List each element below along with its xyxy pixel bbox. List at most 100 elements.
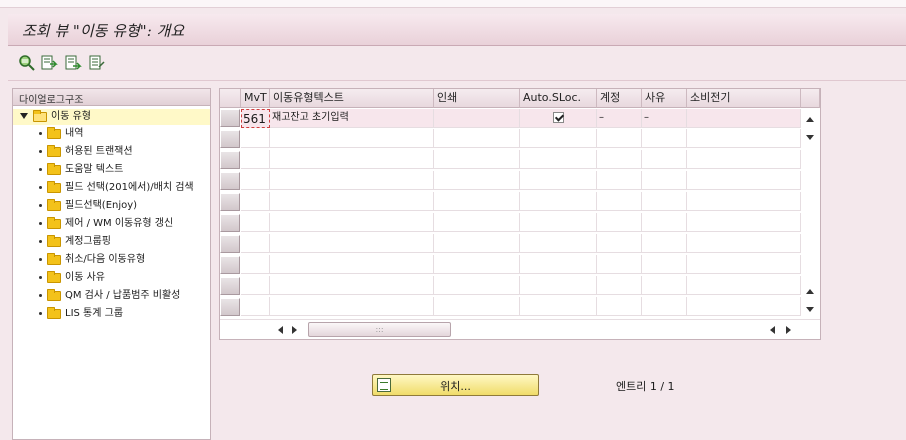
cell-mvt[interactable]: 561 bbox=[241, 109, 270, 128]
empty-cell[interactable] bbox=[520, 171, 597, 190]
empty-cell[interactable] bbox=[270, 150, 434, 169]
scroll-page-up-icon[interactable] bbox=[806, 289, 814, 294]
empty-cell[interactable] bbox=[434, 213, 520, 232]
empty-cell[interactable] bbox=[241, 129, 270, 148]
empty-cell[interactable] bbox=[597, 150, 642, 169]
empty-cell[interactable] bbox=[642, 297, 687, 316]
empty-cell[interactable] bbox=[642, 213, 687, 232]
empty-cell[interactable] bbox=[642, 255, 687, 274]
column-header-reason[interactable]: 사유 bbox=[642, 89, 687, 108]
empty-cell[interactable] bbox=[241, 150, 270, 169]
empty-cell[interactable] bbox=[597, 213, 642, 232]
tree-item-allowed-transactions[interactable]: 허용된 트랜잭션 bbox=[13, 144, 210, 160]
scroll-right-icon[interactable] bbox=[292, 326, 297, 334]
empty-cell[interactable] bbox=[687, 297, 801, 316]
empty-cell[interactable] bbox=[687, 129, 801, 148]
scroll-page-down-icon[interactable] bbox=[806, 307, 814, 312]
row-selector[interactable] bbox=[220, 172, 240, 190]
empty-cell[interactable] bbox=[434, 192, 520, 211]
empty-cell[interactable] bbox=[241, 255, 270, 274]
empty-cell[interactable] bbox=[597, 129, 642, 148]
empty-cell[interactable] bbox=[270, 192, 434, 211]
horizontal-scrollbar[interactable]: ::: bbox=[220, 319, 820, 339]
column-header-auto-sloc[interactable]: Auto.SLoc. bbox=[520, 89, 597, 108]
empty-cell[interactable] bbox=[642, 192, 687, 211]
empty-cell[interactable] bbox=[642, 276, 687, 295]
empty-cell[interactable] bbox=[434, 129, 520, 148]
row-selector[interactable] bbox=[220, 109, 240, 127]
cell-print[interactable] bbox=[434, 109, 520, 128]
empty-cell[interactable] bbox=[520, 129, 597, 148]
empty-cell[interactable] bbox=[270, 129, 434, 148]
tree-item-movement-types[interactable]: 이동 유형 bbox=[13, 109, 210, 125]
auto-sloc-checkbox[interactable] bbox=[553, 112, 564, 123]
empty-cell[interactable] bbox=[687, 171, 801, 190]
empty-cell[interactable] bbox=[520, 276, 597, 295]
expand-arrow-icon[interactable] bbox=[20, 113, 28, 119]
empty-cell[interactable] bbox=[597, 234, 642, 253]
vertical-scrollbar[interactable] bbox=[801, 108, 820, 319]
empty-cell[interactable] bbox=[434, 276, 520, 295]
column-header-text[interactable]: 이동유형텍스트 bbox=[270, 89, 434, 108]
empty-cell[interactable] bbox=[520, 192, 597, 211]
column-header-mvt[interactable]: MvT bbox=[241, 89, 270, 108]
empty-cell[interactable] bbox=[642, 150, 687, 169]
tree-item-control-wm[interactable]: 제어 / WM 이동유형 갱신 bbox=[13, 216, 210, 232]
empty-cell[interactable] bbox=[687, 192, 801, 211]
empty-cell[interactable] bbox=[597, 171, 642, 190]
tree-item-account-grouping[interactable]: 계정그룹핑 bbox=[13, 234, 210, 250]
empty-cell[interactable] bbox=[241, 234, 270, 253]
column-header-consumption[interactable]: 소비전기 bbox=[687, 89, 801, 108]
empty-cell[interactable] bbox=[434, 234, 520, 253]
scroll-thumb[interactable]: ::: bbox=[308, 322, 451, 337]
export-icon[interactable] bbox=[40, 54, 58, 72]
position-button[interactable]: 위치... bbox=[372, 374, 539, 396]
row-selector[interactable] bbox=[220, 193, 240, 211]
column-header-account[interactable]: 계정 bbox=[597, 89, 642, 108]
scroll-column-left-icon[interactable] bbox=[770, 326, 775, 334]
cell-account[interactable]: – bbox=[597, 109, 642, 128]
empty-cell[interactable] bbox=[241, 192, 270, 211]
row-selector[interactable] bbox=[220, 214, 240, 232]
tree-item-field-selection-batch[interactable]: 필드 선택(201에서)/배치 검색 bbox=[13, 180, 210, 196]
scroll-down-icon[interactable] bbox=[806, 135, 814, 140]
empty-cell[interactable] bbox=[520, 297, 597, 316]
empty-cell[interactable] bbox=[434, 297, 520, 316]
empty-cell[interactable] bbox=[434, 150, 520, 169]
empty-cell[interactable] bbox=[687, 150, 801, 169]
empty-cell[interactable] bbox=[241, 297, 270, 316]
tree-item-lis-group[interactable]: LIS 통계 그룹 bbox=[13, 306, 210, 322]
empty-cell[interactable] bbox=[270, 213, 434, 232]
empty-cell[interactable] bbox=[597, 276, 642, 295]
empty-cell[interactable] bbox=[241, 213, 270, 232]
tree-item-field-selection-enjoy[interactable]: 필드선택(Enjoy) bbox=[13, 198, 210, 214]
tree-item-reversal[interactable]: 취소/다음 이동유형 bbox=[13, 252, 210, 268]
empty-cell[interactable] bbox=[270, 234, 434, 253]
row-selector[interactable] bbox=[220, 151, 240, 169]
tree-item-help-text[interactable]: 도움말 텍스트 bbox=[13, 162, 210, 178]
empty-cell[interactable] bbox=[520, 213, 597, 232]
empty-cell[interactable] bbox=[687, 213, 801, 232]
empty-cell[interactable] bbox=[687, 255, 801, 274]
other-icon[interactable] bbox=[88, 54, 106, 72]
empty-cell[interactable] bbox=[241, 276, 270, 295]
cell-reason[interactable]: – bbox=[642, 109, 687, 128]
tree-item-reason[interactable]: 이동 사유 bbox=[13, 270, 210, 286]
cell-consumption[interactable] bbox=[687, 109, 801, 128]
tree-item-qm-inspection[interactable]: QM 검사 / 납품범주 비활성 bbox=[13, 288, 210, 304]
scroll-column-right-icon[interactable] bbox=[786, 326, 791, 334]
empty-cell[interactable] bbox=[434, 255, 520, 274]
empty-cell[interactable] bbox=[687, 234, 801, 253]
empty-cell[interactable] bbox=[520, 234, 597, 253]
row-selector[interactable] bbox=[220, 277, 240, 295]
row-selector[interactable] bbox=[220, 130, 240, 148]
empty-cell[interactable] bbox=[270, 297, 434, 316]
cell-text[interactable]: 재고잔고 초기입력 bbox=[270, 109, 434, 128]
scroll-left-icon[interactable] bbox=[278, 326, 283, 334]
row-selector[interactable] bbox=[220, 235, 240, 253]
empty-cell[interactable] bbox=[597, 255, 642, 274]
column-header-print[interactable]: 인쇄 bbox=[434, 89, 520, 108]
empty-cell[interactable] bbox=[434, 171, 520, 190]
empty-cell[interactable] bbox=[241, 171, 270, 190]
empty-cell[interactable] bbox=[687, 276, 801, 295]
